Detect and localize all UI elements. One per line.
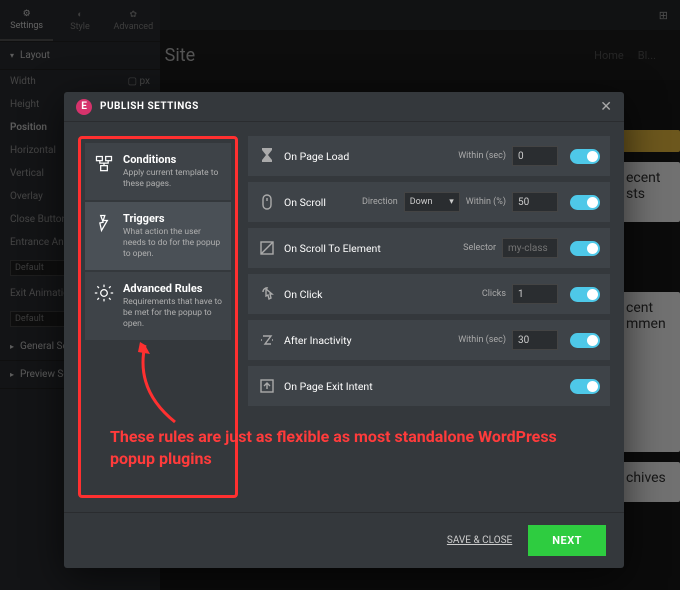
modal-overlay: E PUBLISH SETTINGS ✕ ConditionsApply cur… xyxy=(0,0,680,590)
trigger-on-scroll: On Scroll Direction Down▾ Within (%) xyxy=(248,182,610,222)
trigger-on-page-load: On Page Load Within (sec) xyxy=(248,136,610,176)
clicks-input[interactable] xyxy=(512,284,558,304)
advanced-rules-icon xyxy=(93,282,115,304)
page-load-seconds-input[interactable] xyxy=(512,146,558,166)
triggers-list: On Page Load Within (sec) On Scroll Dire… xyxy=(248,136,610,498)
publish-settings-modal: E PUBLISH SETTINGS ✕ ConditionsApply cur… xyxy=(64,92,624,568)
click-icon xyxy=(258,285,276,303)
nav-triggers[interactable]: TriggersWhat action the user needs to do… xyxy=(85,202,231,270)
close-icon[interactable]: ✕ xyxy=(600,99,612,115)
trigger-exit-intent: On Page Exit Intent xyxy=(248,366,610,406)
inactivity-icon xyxy=(258,331,276,349)
scroll-toggle[interactable] xyxy=(570,195,600,210)
modal-footer: SAVE & CLOSE NEXT xyxy=(64,512,624,568)
click-toggle[interactable] xyxy=(570,287,600,302)
selector-input[interactable] xyxy=(502,238,558,258)
conditions-icon xyxy=(93,153,115,175)
exit-icon xyxy=(258,377,276,395)
scroll-direction-select[interactable]: Down▾ xyxy=(404,192,460,212)
publish-nav: ConditionsApply current template to thes… xyxy=(78,136,238,498)
next-button[interactable]: NEXT xyxy=(528,525,606,556)
scroll-icon xyxy=(258,193,276,211)
trigger-after-inactivity: After Inactivity Within (sec) xyxy=(248,320,610,360)
elementor-logo-icon: E xyxy=(76,99,92,115)
modal-header: E PUBLISH SETTINGS ✕ xyxy=(64,92,624,122)
inactivity-seconds-input[interactable] xyxy=(512,330,558,350)
save-close-button[interactable]: SAVE & CLOSE xyxy=(447,535,512,546)
page-load-toggle[interactable] xyxy=(570,149,600,164)
triggers-icon xyxy=(93,212,115,234)
trigger-scroll-to-element: On Scroll To Element Selector xyxy=(248,228,610,268)
trigger-on-click: On Click Clicks xyxy=(248,274,610,314)
inactivity-toggle[interactable] xyxy=(570,333,600,348)
exit-intent-toggle[interactable] xyxy=(570,379,600,394)
nav-advanced-rules[interactable]: Advanced RulesRequirements that have to … xyxy=(85,272,231,340)
nav-conditions[interactable]: ConditionsApply current template to thes… xyxy=(85,143,231,200)
element-icon xyxy=(258,239,276,257)
scroll-percent-input[interactable] xyxy=(512,192,558,212)
hourglass-icon xyxy=(258,147,276,165)
modal-title: PUBLISH SETTINGS xyxy=(100,101,199,112)
scroll-element-toggle[interactable] xyxy=(570,241,600,256)
